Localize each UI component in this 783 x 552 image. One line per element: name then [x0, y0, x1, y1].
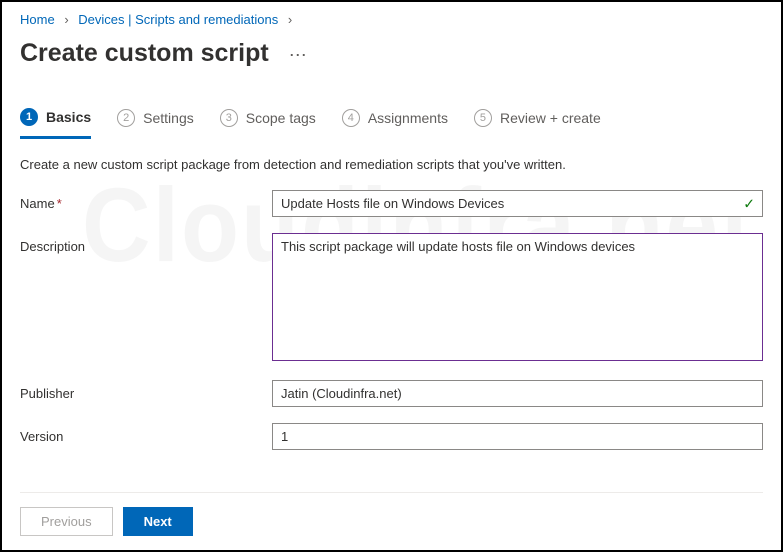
step-scope-tags[interactable]: 3 Scope tags [220, 108, 316, 138]
previous-button: Previous [20, 507, 113, 536]
next-button[interactable]: Next [123, 507, 193, 536]
step-number: 3 [220, 109, 238, 127]
step-label: Review + create [500, 110, 601, 126]
step-basics[interactable]: 1 Basics [20, 108, 91, 139]
chevron-right-icon: › [288, 12, 292, 27]
step-number: 1 [20, 108, 38, 126]
more-icon[interactable]: ⋯ [289, 46, 307, 64]
step-number: 5 [474, 109, 492, 127]
step-number: 2 [117, 109, 135, 127]
publisher-label: Publisher [20, 380, 272, 401]
step-label: Basics [46, 109, 91, 125]
breadcrumb-home[interactable]: Home [20, 12, 55, 27]
breadcrumb-devices[interactable]: Devices | Scripts and remediations [78, 12, 278, 27]
breadcrumb: Home › Devices | Scripts and remediation… [20, 10, 763, 35]
page-title: Create custom script [20, 39, 269, 68]
step-label: Settings [143, 110, 194, 126]
version-input [272, 423, 763, 450]
check-icon: ✓ [743, 195, 755, 212]
step-review-create[interactable]: 5 Review + create [474, 108, 601, 138]
intro-text: Create a new custom script package from … [20, 157, 763, 172]
description-label: Description [20, 233, 272, 254]
name-input[interactable] [272, 190, 763, 217]
chevron-right-icon: › [64, 12, 68, 27]
description-textarea[interactable]: This script package will update hosts fi… [272, 233, 763, 361]
step-label: Scope tags [246, 110, 316, 126]
required-icon: * [57, 196, 62, 211]
publisher-input[interactable] [272, 380, 763, 407]
name-label: Name* [20, 190, 272, 211]
step-settings[interactable]: 2 Settings [117, 108, 194, 138]
step-number: 4 [342, 109, 360, 127]
wizard-steps: 1 Basics 2 Settings 3 Scope tags 4 Assig… [20, 108, 763, 139]
version-label: Version [20, 423, 272, 444]
step-label: Assignments [368, 110, 448, 126]
step-assignments[interactable]: 4 Assignments [342, 108, 448, 138]
footer-actions: Previous Next [20, 492, 763, 536]
